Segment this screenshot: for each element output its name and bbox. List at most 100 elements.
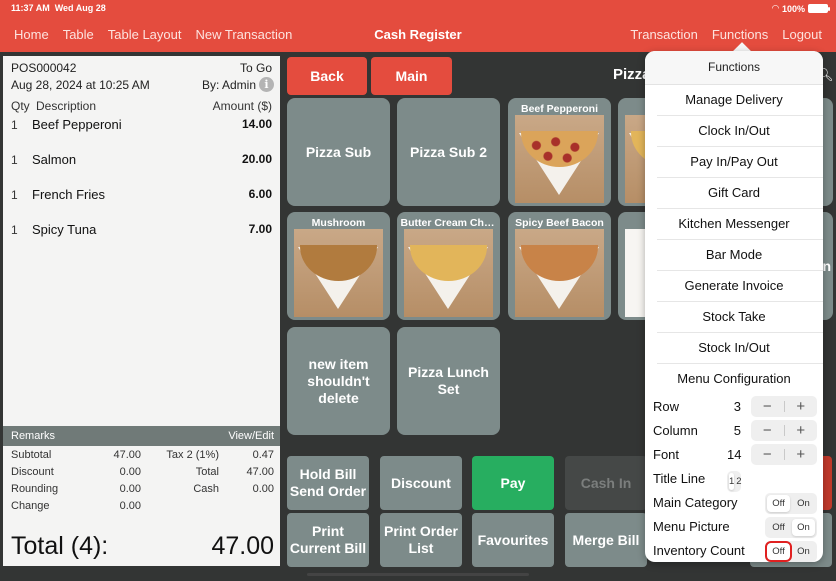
nav-logout[interactable]: Logout: [782, 27, 822, 42]
menu-item-stock-take[interactable]: Stock Take: [657, 302, 823, 333]
row-label: Row: [653, 399, 680, 414]
menu-tile[interactable]: Spicy Beef Bacon: [508, 212, 611, 320]
receipt-item[interactable]: 1 Salmon 20.00: [11, 152, 272, 170]
receipt-by-label: By: Admin: [201, 77, 256, 92]
title-line-row: Title Line 1 2: [645, 467, 823, 492]
menu-tile[interactable]: Pizza Sub 2: [397, 98, 500, 206]
summary-key: Rounding: [11, 483, 59, 495]
header-qty: Qty: [11, 99, 30, 113]
back-button[interactable]: Back: [287, 57, 367, 95]
inventory-count-off[interactable]: Off: [765, 541, 792, 562]
receipt-item[interactable]: 1 French Fries 6.00: [11, 187, 272, 205]
main-category-toggle: Off On: [765, 493, 817, 514]
summary-line: Subtotal 47.00 Tax 2 (1%) 0.47: [11, 449, 274, 465]
item-qty: 1: [11, 188, 18, 202]
summary-panel: Subtotal 47.00 Tax 2 (1%) 0.47 Discount …: [3, 446, 280, 566]
nav-right: Transaction Functions Logout: [630, 27, 822, 42]
cash-in-button[interactable]: Cash In: [565, 456, 647, 510]
receipt-number: POS000042: [11, 61, 77, 75]
menu-tile[interactable]: Beef Pepperoni: [508, 98, 611, 206]
remarks-view-edit-button[interactable]: View/Edit: [228, 430, 274, 442]
menu-tile[interactable]: Mushroom: [287, 212, 390, 320]
summary-key: Change: [11, 500, 50, 512]
row-stepper: − +: [751, 396, 817, 417]
main-category-on[interactable]: On: [792, 495, 815, 512]
order-type[interactable]: To Go: [240, 61, 272, 75]
pay-button[interactable]: Pay: [472, 456, 554, 510]
item-qty: 1: [11, 118, 18, 132]
print-current-bill-button[interactable]: Print Current Bill: [287, 513, 369, 567]
summary-key: Discount: [11, 466, 54, 478]
column-stepper-row: Column 5 − +: [645, 419, 823, 443]
menu-tile[interactable]: Butter Cream Chick...: [397, 212, 500, 320]
item-qty: 1: [11, 223, 18, 237]
info-icon[interactable]: i: [259, 77, 274, 92]
popover-title: Functions: [645, 51, 823, 85]
status-time: 11:37 AM Wed Aug 28: [11, 3, 106, 13]
nav-functions[interactable]: Functions: [712, 27, 768, 42]
menu-item-stock-in-out[interactable]: Stock In/Out: [657, 333, 823, 364]
menu-item-gift-card[interactable]: Gift Card: [657, 178, 823, 209]
summary-value: 47.00: [113, 449, 141, 461]
remarks-label: Remarks: [11, 430, 56, 442]
title-line-option-2[interactable]: 2: [736, 473, 741, 490]
action-scrollbar[interactable]: [307, 573, 529, 576]
menu-tile-label: Spicy Beef Bacon: [515, 217, 604, 228]
print-order-list-button[interactable]: Print Order List: [380, 513, 462, 567]
menu-picture-row: Menu Picture Off On: [645, 515, 823, 539]
inventory-count-on[interactable]: On: [792, 543, 815, 560]
menu-picture-label: Menu Picture: [653, 519, 730, 534]
main-category-off[interactable]: Off: [767, 495, 790, 512]
title-line-segmented: 1 2: [727, 471, 742, 492]
font-decrement-button[interactable]: −: [751, 446, 784, 463]
row-decrement-button[interactable]: −: [751, 398, 784, 415]
summary-key: Cash: [193, 483, 219, 495]
summary-line: Discount 0.00 Total 47.00: [11, 466, 274, 482]
menu-item-bar-mode[interactable]: Bar Mode: [657, 240, 823, 271]
summary-line: Rounding 0.00 Cash 0.00: [11, 483, 274, 499]
column-value: 5: [733, 423, 741, 438]
functions-popover: Functions Manage Delivery Clock In/Out P…: [645, 51, 823, 562]
menu-picture-off[interactable]: Off: [767, 519, 790, 536]
favourites-button[interactable]: Favourites: [472, 513, 554, 567]
title-line-option-1[interactable]: 1: [729, 473, 735, 490]
main-button[interactable]: Main: [371, 57, 452, 95]
column-increment-button[interactable]: +: [785, 422, 818, 439]
item-amount: 14.00: [241, 117, 272, 131]
menu-tile[interactable]: new item shouldn't delete: [287, 327, 390, 435]
merge-bill-button[interactable]: Merge Bill: [565, 513, 647, 567]
menu-tile[interactable]: Pizza Lunch Set: [397, 327, 500, 435]
menu-item-clock-in-out[interactable]: Clock In/Out: [657, 116, 823, 147]
receipt-panel: POS000042 To Go Aug 28, 2024 at 10:25 AM…: [3, 56, 280, 426]
row-stepper-row: Row 3 − +: [645, 395, 823, 419]
menu-item-manage-delivery[interactable]: Manage Delivery: [657, 85, 823, 116]
discount-button[interactable]: Discount: [380, 456, 462, 510]
wifi-icon: ◠: [772, 3, 779, 13]
item-amount: 7.00: [248, 222, 272, 236]
beef-pepperoni-photo: [515, 115, 604, 203]
row-increment-button[interactable]: +: [785, 398, 818, 415]
menu-item-generate-invoice[interactable]: Generate Invoice: [657, 271, 823, 302]
receipt-item[interactable]: 1 Beef Pepperoni 14.00: [11, 117, 272, 135]
item-name: Spicy Tuna: [32, 222, 97, 237]
menu-configuration-label: Menu Configuration: [677, 371, 791, 386]
menu-item-kitchen-messenger[interactable]: Kitchen Messenger: [657, 209, 823, 240]
status-indicators: ◠ 100%: [772, 3, 830, 14]
item-amount: 20.00: [241, 152, 272, 166]
summary-value: 47.00: [246, 466, 274, 478]
column-label: Column: [653, 423, 698, 438]
main-category-label: Main Category: [653, 495, 738, 510]
header-amount: Amount ($): [212, 99, 272, 113]
menu-tile[interactable]: Pizza Sub: [287, 98, 390, 206]
hold-bill-send-order-button[interactable]: Hold Bill Send Order: [287, 456, 369, 510]
column-decrement-button[interactable]: −: [751, 422, 784, 439]
menu-tile-label: Butter Cream Chick...: [400, 217, 497, 228]
summary-value: 0.47: [252, 449, 274, 461]
menu-picture-toggle: Off On: [765, 517, 817, 538]
menu-picture-on[interactable]: On: [792, 519, 815, 536]
receipt-item[interactable]: 1 Spicy Tuna 7.00: [11, 222, 272, 240]
nav-transaction[interactable]: Transaction: [630, 27, 697, 42]
menu-item-pay-in-pay-out[interactable]: Pay In/Pay Out: [657, 147, 823, 178]
font-increment-button[interactable]: +: [785, 446, 818, 463]
font-stepper-row: Font 14 − +: [645, 443, 823, 467]
